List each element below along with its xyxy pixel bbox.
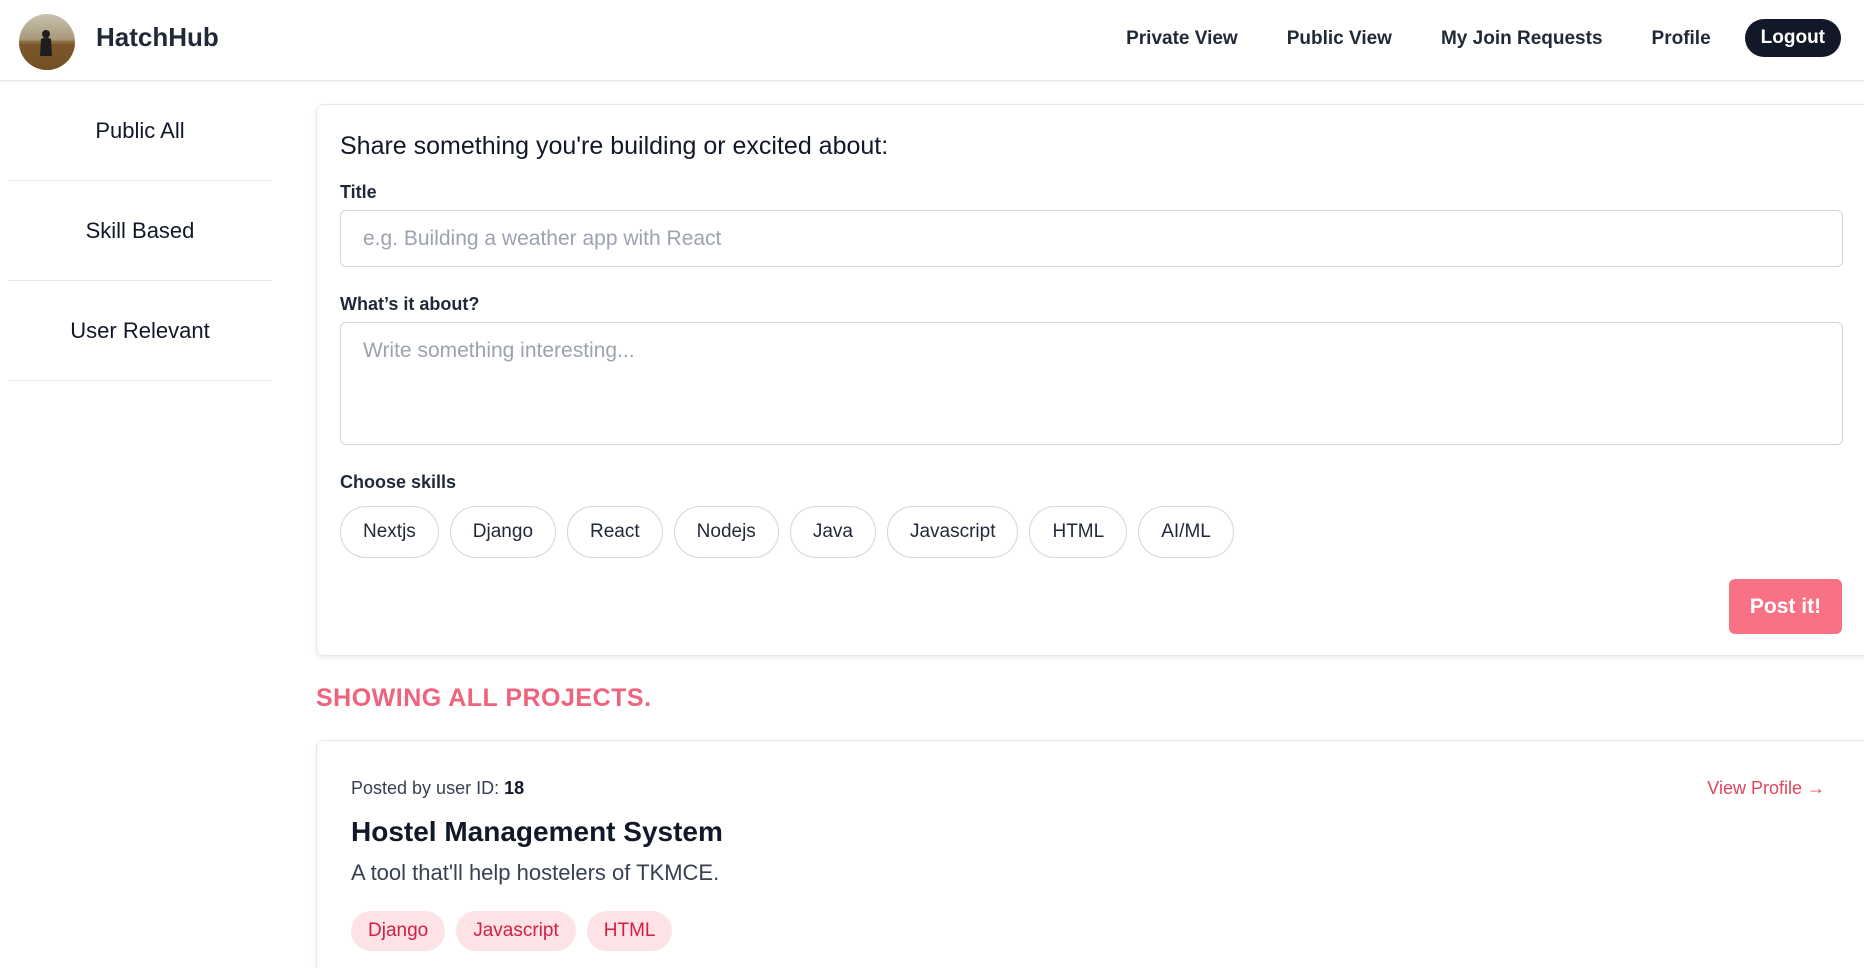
avatar-image	[19, 14, 75, 70]
project-title: Hostel Management System	[351, 816, 723, 847]
project-tag-html: HTML	[586, 911, 673, 951]
skill-chip-nextjs[interactable]: Nextjs	[340, 506, 439, 558]
skill-chip-react[interactable]: React	[567, 506, 663, 558]
skill-chip-javascript[interactable]: Javascript	[886, 506, 1019, 558]
title-label: Title	[340, 182, 377, 202]
about-textarea[interactable]	[340, 322, 1843, 445]
posted-by-user-id: 18	[504, 778, 525, 798]
project-tags: Django Javascript HTML	[351, 911, 683, 951]
posted-by: Posted by user ID: 18	[351, 778, 524, 799]
brand-name[interactable]: HatchHub	[96, 22, 219, 53]
sidebar: Public All Skill Based User Relevant	[8, 81, 272, 381]
project-tag-django: Django	[351, 911, 446, 951]
skill-chip-html[interactable]: HTML	[1029, 506, 1128, 558]
sidebar-item-public-all[interactable]: Public All	[8, 81, 272, 181]
post-composer-card: Share something you're building or excit…	[316, 104, 1864, 656]
nav-public-view[interactable]: Public View	[1287, 20, 1392, 57]
avatar[interactable]	[19, 14, 75, 70]
top-navbar: HatchHub Private View Public View My Joi…	[0, 0, 1864, 81]
post-button[interactable]: Post it!	[1729, 579, 1842, 634]
skill-chip-java[interactable]: Java	[789, 506, 876, 558]
skill-chip-ai-ml[interactable]: AI/ML	[1138, 506, 1234, 558]
title-input[interactable]	[340, 210, 1843, 267]
about-label: What’s it about?	[340, 294, 480, 314]
feed-heading: SHOWING ALL PROJECTS.	[316, 684, 652, 712]
posted-by-prefix: Posted by user ID:	[351, 778, 500, 798]
project-description: A tool that'll help hostelers of TKMCE.	[351, 860, 720, 885]
main-nav: Private View Public View My Join Request…	[1126, 19, 1841, 57]
project-tag-javascript: Javascript	[456, 911, 576, 951]
nav-my-join-requests[interactable]: My Join Requests	[1441, 20, 1603, 57]
view-profile-link[interactable]: View Profile →	[1707, 778, 1825, 799]
sidebar-item-skill-based[interactable]: Skill Based	[8, 181, 272, 281]
skills-chip-group: Nextjs Django React Nodejs Java Javascri…	[340, 506, 1245, 558]
nav-private-view[interactable]: Private View	[1126, 20, 1238, 57]
skills-label: Choose skills	[340, 472, 457, 492]
skill-chip-django[interactable]: Django	[449, 506, 557, 558]
logout-button[interactable]: Logout	[1744, 19, 1841, 57]
sidebar-item-user-relevant[interactable]: User Relevant	[8, 281, 272, 381]
composer-heading: Share something you're building or excit…	[340, 132, 889, 160]
project-card: Posted by user ID: 18 View Profile → Hos…	[316, 740, 1864, 968]
skill-chip-nodejs[interactable]: Nodejs	[673, 506, 779, 558]
nav-profile[interactable]: Profile	[1652, 20, 1711, 57]
